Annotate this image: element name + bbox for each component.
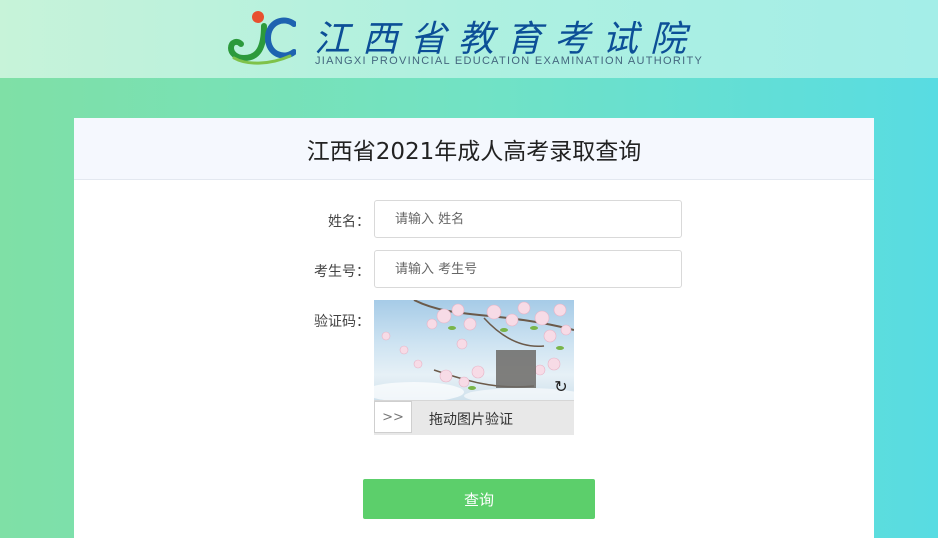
site-header: 江西省教育考试院 JIANGXI PROVINCIAL EDUCATION EX…	[0, 0, 938, 78]
jc-logo-icon	[228, 11, 296, 65]
exam-number-input[interactable]	[374, 250, 682, 288]
panel-header: 江西省2021年成人高考录取查询	[74, 118, 874, 180]
query-panel: 江西省2021年成人高考录取查询 姓名： 考生号： 验证码：	[74, 118, 874, 538]
slider-captcha: ↻ >> 拖动图片验证	[374, 300, 574, 435]
refresh-icon[interactable]: ↻	[552, 378, 570, 396]
slider-track[interactable]: >> 拖动图片验证	[374, 400, 574, 435]
query-button[interactable]: 查询	[363, 479, 595, 519]
page-title: 江西省2021年成人高考录取查询	[306, 138, 642, 165]
logo-english-text: JIANGXI PROVINCIAL EDUCATION EXAMINATION…	[315, 55, 704, 67]
slider-handle[interactable]: >>	[374, 401, 412, 433]
exam-number-label: 考生号：	[314, 264, 370, 280]
puzzle-piece	[496, 350, 536, 388]
name-label: 姓名：	[328, 214, 370, 230]
captcha-label: 验证码：	[314, 314, 370, 330]
captcha-image: ↻	[374, 300, 574, 400]
slider-instruction: 拖动图片验证	[429, 412, 513, 428]
blossom-illustration	[374, 300, 574, 400]
name-input[interactable]	[374, 200, 682, 238]
site-logo: 江西省教育考试院 JIANGXI PROVINCIAL EDUCATION EX…	[228, 6, 718, 72]
